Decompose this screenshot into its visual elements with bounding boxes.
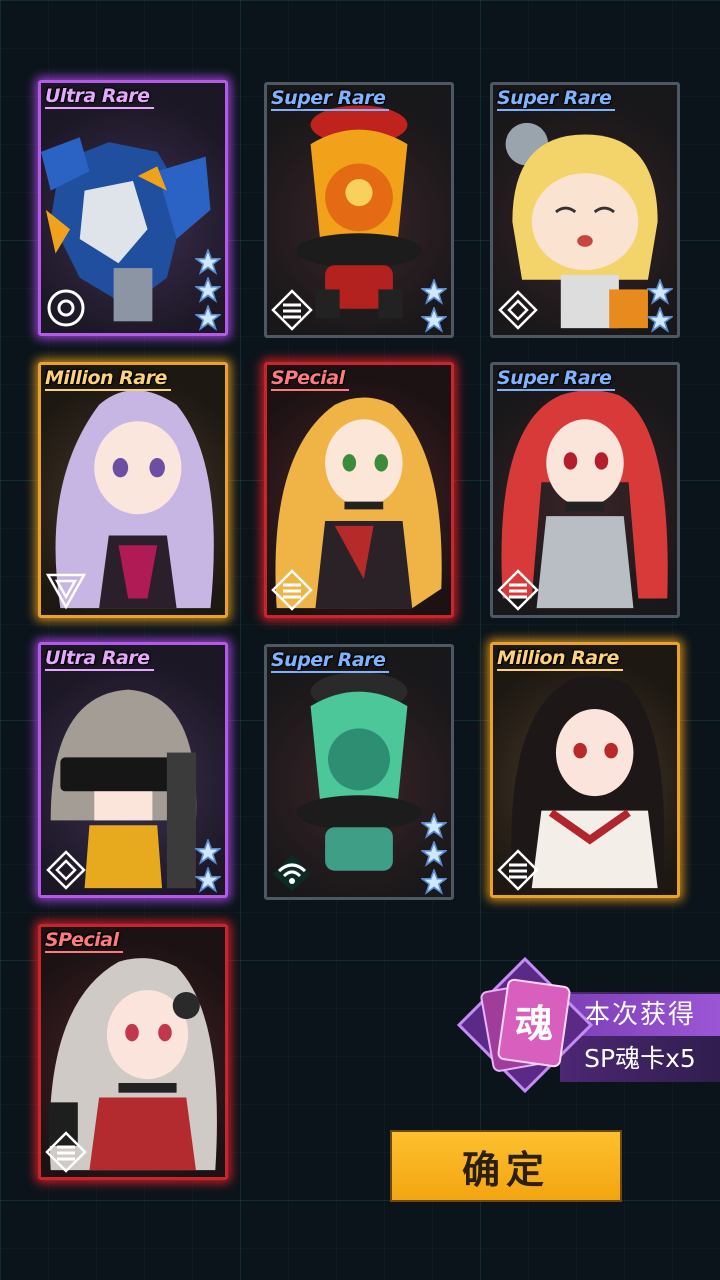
soul-card-icon: 魂 [456, 956, 594, 1094]
star-icon [421, 307, 447, 333]
star-rating [195, 839, 221, 893]
star-rating [195, 249, 221, 331]
star-icon [421, 279, 447, 305]
wifi-icon [273, 855, 311, 891]
card-9[interactable]: Million Rare [490, 642, 680, 898]
card-4[interactable]: Million Rare [38, 362, 228, 618]
rarity-label: Super Rare [497, 367, 616, 391]
rarity-label: Super Rare [271, 649, 390, 673]
triangle-icon [45, 573, 87, 610]
stripe-badge-icon [271, 289, 313, 331]
rarity-label: Million Rare [45, 367, 171, 391]
card-8[interactable]: Super Rare [264, 644, 454, 900]
ring-icon [47, 289, 85, 327]
star-icon [195, 867, 221, 893]
diamond-icon [498, 290, 538, 330]
star-icon [421, 813, 447, 839]
card-6[interactable]: Super Rare [490, 362, 680, 618]
stripe-badge-icon [497, 569, 539, 611]
soul-char: 魂 [515, 1002, 553, 1046]
star-icon [647, 279, 673, 305]
star-icon [195, 839, 221, 865]
rarity-label: SPecial [45, 929, 123, 953]
rarity-label: Ultra Rare [45, 647, 154, 671]
stripe-badge-icon [271, 569, 313, 611]
stripe-badge-icon [497, 849, 539, 891]
star-icon [421, 841, 447, 867]
confirm-button[interactable]: 确定 [390, 1130, 622, 1202]
rarity-label: Million Rare [497, 647, 623, 671]
card-1[interactable]: Ultra Rare [38, 80, 228, 336]
star-rating [421, 813, 447, 895]
rarity-label: Ultra Rare [45, 85, 154, 109]
rarity-label: Super Rare [271, 87, 390, 111]
star-icon [195, 305, 221, 331]
star-icon [195, 277, 221, 303]
star-icon [421, 869, 447, 895]
rarity-label: Super Rare [497, 87, 616, 111]
star-icon [647, 307, 673, 333]
card-7[interactable]: Ultra Rare [38, 642, 228, 898]
star-icon [195, 249, 221, 275]
diamond-icon [46, 850, 86, 890]
star-rating [421, 279, 447, 333]
card-5[interactable]: SPecial [264, 362, 454, 618]
star-rating [647, 279, 673, 333]
stripe-badge-icon [45, 1131, 87, 1173]
card-3[interactable]: Super Rare [490, 82, 680, 338]
rarity-label: SPecial [271, 367, 349, 391]
card-10[interactable]: SPecial [38, 924, 228, 1180]
card-2[interactable]: Super Rare [264, 82, 454, 338]
